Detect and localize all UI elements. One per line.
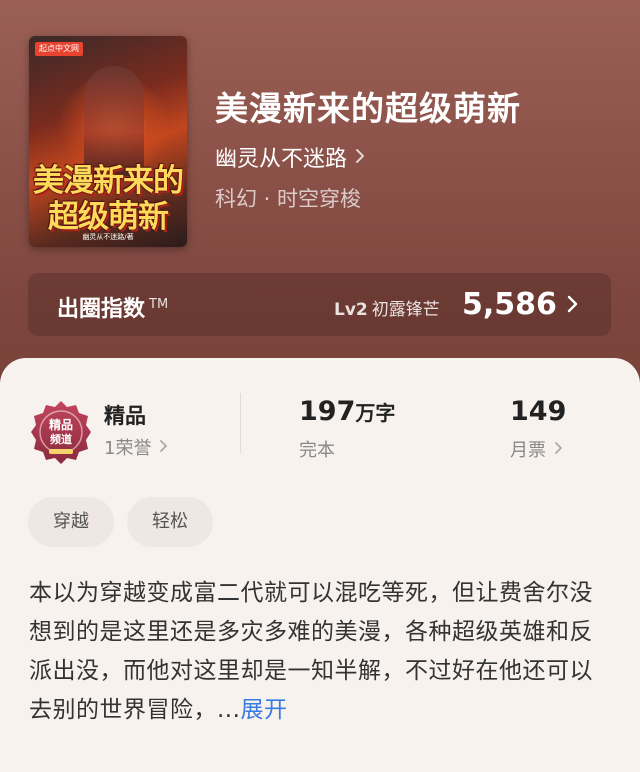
trademark-mark: TM [149, 296, 169, 312]
level-name: 初露锋芒 [371, 300, 440, 320]
tag-chip[interactable]: 穿越 [28, 497, 114, 547]
chevron-right-icon [355, 145, 365, 170]
popularity-index-label: 出圈指数 TM [57, 296, 169, 322]
book-genre: 科幻 · 时空穿梭 [215, 187, 362, 211]
tag-chip[interactable]: 轻松 [127, 497, 213, 547]
medal-label: 精品 [104, 404, 146, 428]
monthly-votes-link[interactable]: 月票 [510, 436, 563, 462]
chevron-right-icon [554, 439, 563, 460]
premium-medal-icon[interactable]: 精品 频道 [29, 399, 93, 467]
synopsis: 本以为穿越变成富二代就可以混吃等死，但让费舍尔没想到的是这里还是多灾多难的美漫，… [29, 574, 604, 730]
popularity-index-card[interactable]: 出圈指数 TM Lv2 初露锋芒 5,586 [28, 273, 611, 336]
monthly-votes-count: 149 [510, 396, 567, 427]
book-info-panel: 精品 频道 精品 1荣誉 197万字 完本 149 月票 穿越 轻松 本以为穿越… [0, 358, 640, 772]
author-link[interactable]: 幽灵从不迷路 [215, 141, 365, 173]
cover-art-figure [84, 66, 144, 176]
monthly-votes-label: 月票 [510, 440, 546, 461]
book-header: 起点中文网 美漫新来的 超级萌新 幽灵从不迷路/著 美漫新来的超级萌新 幽灵从不… [0, 0, 640, 400]
cover-author: 幽灵从不迷路/著 [82, 233, 134, 241]
chevron-right-icon [567, 294, 579, 318]
completion-status: 完本 [299, 440, 335, 461]
svg-text:频道: 频道 [50, 432, 72, 446]
book-title: 美漫新来的超级萌新 [215, 89, 521, 128]
author-name: 幽灵从不迷路 [215, 147, 348, 172]
cover-title-line2: 超级萌新 [48, 199, 169, 235]
popularity-index-value: 5,586 [462, 287, 557, 322]
honor-count: 1荣誉 [104, 438, 152, 459]
word-count: 197万字 [299, 396, 396, 427]
cover-title-line1: 美漫新来的 [33, 163, 184, 199]
cover-publisher-badge: 起点中文网 [35, 42, 83, 56]
expand-link[interactable]: 展开 [240, 697, 287, 723]
synopsis-text: 本以为穿越变成富二代就可以混吃等死，但让费舍尔没想到的是这里还是多灾多难的美漫，… [29, 580, 593, 723]
popularity-level: Lv2 初露锋芒 [334, 295, 440, 320]
honor-link[interactable]: 1荣誉 [104, 434, 168, 460]
level-code: Lv2 [334, 300, 368, 320]
book-cover[interactable]: 起点中文网 美漫新来的 超级萌新 幽灵从不迷路/著 [29, 36, 187, 247]
svg-text:精品: 精品 [49, 417, 73, 432]
stats-divider [240, 393, 241, 453]
chevron-right-icon [159, 437, 168, 458]
